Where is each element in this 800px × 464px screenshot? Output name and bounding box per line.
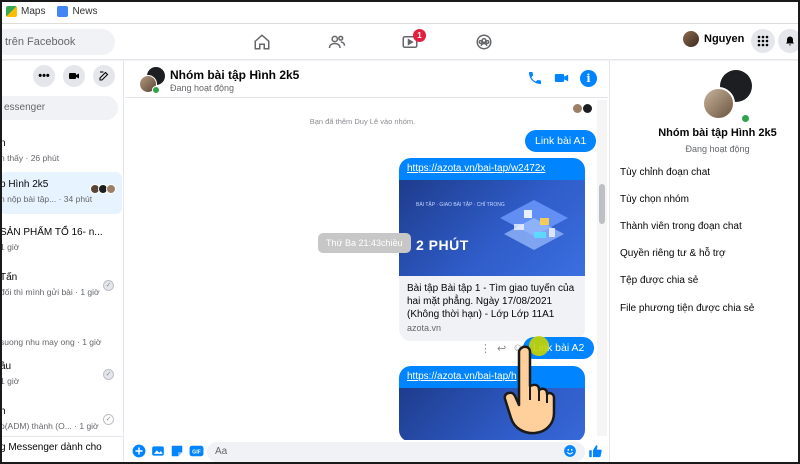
- menu-item-shared-media[interactable]: File phương tiện được chia sẻ: [620, 303, 754, 314]
- system-note: Bạn đã thêm Duy Lê vào nhóm.: [309, 117, 416, 126]
- sent-check-icon: ✓: [103, 369, 114, 380]
- group-avatar-large[interactable]: [702, 70, 752, 124]
- menu-item-shared-files[interactable]: Tệp được chia sẻ: [620, 275, 698, 286]
- friends-icon[interactable]: [327, 32, 347, 52]
- messenger-search-input[interactable]: essenger: [0, 96, 118, 120]
- conversation-title: âu: [0, 361, 12, 372]
- conversation-list-panel: ••• essenger n n thấy · 26 phút p Hình 2…: [0, 61, 124, 464]
- list-item[interactable]: n n thấy · 26 phút: [0, 131, 122, 173]
- svg-text:GIF: GIF: [192, 449, 201, 455]
- chat-header: Nhóm bài tập Hình 2k5 Đang hoạt động i: [125, 61, 608, 98]
- list-item[interactable]: suong nhu may ong · 1 giờ: [0, 315, 122, 357]
- profile-button[interactable]: Nguyen: [683, 31, 744, 47]
- list-item[interactable]: âu 1 giờ ✓: [0, 354, 122, 396]
- home-icon[interactable]: [252, 32, 272, 52]
- isometric-illustration: [500, 200, 568, 250]
- link-url[interactable]: https://azota.vn/bai-tap/w2472x: [399, 158, 585, 180]
- thumbnail-headline: 2 PHÚT: [416, 237, 469, 253]
- compose-icon: [99, 71, 109, 81]
- seen-avatars: [90, 184, 116, 194]
- bookmark-news[interactable]: News: [57, 6, 97, 17]
- info-group-status: Đang hoạt động: [685, 144, 750, 154]
- bookmarks-bar: Maps News: [0, 0, 800, 24]
- like-icon[interactable]: [588, 444, 603, 459]
- news-icon: [57, 6, 69, 17]
- phone-icon[interactable]: [527, 70, 545, 88]
- online-indicator: [152, 86, 160, 94]
- ellipsis-icon: •••: [38, 70, 50, 82]
- menu-item-customize-chat[interactable]: Tùy chỉnh đoạn chat: [620, 167, 710, 178]
- new-message-button[interactable]: [93, 65, 115, 87]
- facebook-topbar: trên Facebook: [0, 24, 800, 60]
- conversation-preview: n nộp bài tập... · 34 phút: [0, 194, 93, 204]
- grid-icon: [757, 35, 769, 47]
- sent-check-icon: ✓: [103, 280, 114, 291]
- list-item[interactable]: h p(ADM) thành (O... · 1 giờ ✓: [0, 399, 122, 441]
- bookmark-label: Maps: [21, 6, 46, 17]
- avatar: [683, 31, 699, 47]
- conversation-preview: suong nhu may ong · 1 giờ: [0, 337, 102, 347]
- thumbnail-caption: BÀI TẬP · GIAO BÀI TẬP · CHỈ TRONG: [416, 202, 505, 208]
- watch-notification-badge: 1: [413, 29, 426, 42]
- link-description: Bài tập Bài tập 1 - Tìm giao tuyến của h…: [407, 283, 575, 320]
- profile-name: Nguyen: [704, 33, 745, 45]
- info-icon[interactable]: i: [580, 70, 597, 87]
- conversation-title: h: [0, 406, 6, 417]
- message-composer: GIF Aa: [125, 440, 608, 464]
- chat-list-toolbar: •••: [33, 65, 115, 87]
- group-avatar[interactable]: [139, 67, 165, 94]
- conversation-preview: p(ADM) thành (O... · 1 giờ: [0, 421, 99, 431]
- message-input[interactable]: Aa: [207, 442, 585, 462]
- promo-text: g Messenger dành cho: [0, 442, 102, 453]
- chat-scrollbar-thumb[interactable]: [599, 184, 605, 224]
- bookmark-label: News: [72, 6, 98, 17]
- notifications-button[interactable]: [778, 29, 800, 53]
- link-thumbnail: BÀI TẬP · GIAO BÀI TẬP · CHỈ TRONG 2 PHÚ…: [399, 180, 585, 276]
- menu-grid-button[interactable]: [751, 29, 775, 53]
- video-camera-icon: [69, 73, 79, 79]
- conversation-preview: 1 giờ: [0, 242, 20, 252]
- conversation-title: p Hình 2k5: [0, 179, 49, 190]
- facebook-search-input[interactable]: trên Facebook: [0, 29, 115, 55]
- menu-item-chat-members[interactable]: Thành viên trong đoạn chat: [620, 221, 742, 232]
- conversation-title: n: [0, 138, 6, 149]
- chat-status: Đang hoạt động: [170, 83, 235, 93]
- link-preview-card[interactable]: https://azota.vn/bai-tap/w2472x BÀI TẬP …: [399, 158, 585, 341]
- maps-icon: [6, 6, 17, 17]
- message-timestamp-tooltip: Thứ Ba 21:43chiều: [318, 233, 411, 253]
- list-item[interactable]: Tấn đối thì mình gửi bài · 1 giờ ✓: [0, 265, 122, 307]
- menu-item-privacy-support[interactable]: Quyền riêng tư & hỗ trợ: [620, 248, 726, 259]
- list-item[interactable]: p Hình 2k5 n nộp bài tập... · 34 phút: [0, 172, 122, 214]
- sent-check-icon: ✓: [103, 414, 114, 425]
- conversation-preview: đối thì mình gửi bài · 1 giờ: [0, 287, 100, 297]
- messenger-app-promo[interactable]: g Messenger dành cho: [0, 436, 123, 464]
- emoji-icon[interactable]: [563, 444, 578, 459]
- online-indicator: [740, 113, 751, 124]
- chat-scrollbar[interactable]: [597, 100, 607, 436]
- conversation-title: SẢN PHẨM TỔ 16- n...: [0, 227, 103, 238]
- chat-title[interactable]: Nhóm bài tập Hình 2k5: [170, 68, 299, 82]
- gif-icon[interactable]: GIF: [189, 444, 205, 459]
- bell-icon: [786, 36, 794, 46]
- list-item[interactable]: SẢN PHẨM TỔ 16- n... 1 giờ: [0, 220, 122, 262]
- more-options-button[interactable]: •••: [33, 65, 55, 87]
- chat-info-panel: Nhóm bài tập Hình 2k5 Đang hoạt động Tùy…: [609, 61, 800, 464]
- conversation-preview: 1 giờ: [0, 376, 20, 386]
- info-group-title: Nhóm bài tập Hình 2k5: [658, 127, 777, 139]
- conversation-preview: n thấy · 26 phút: [0, 153, 60, 163]
- sticker-icon[interactable]: [170, 444, 185, 459]
- more-icon[interactable]: ⋮: [480, 342, 491, 355]
- seen-avatars: [573, 104, 592, 113]
- new-video-call-button[interactable]: [63, 65, 85, 87]
- conversation-title: Tấn: [0, 272, 18, 283]
- message-bubble[interactable]: Link bài A1: [525, 130, 597, 152]
- menu-item-group-options[interactable]: Tùy chọn nhóm: [620, 194, 689, 205]
- plus-circle-icon[interactable]: [132, 444, 147, 459]
- bookmark-maps[interactable]: Maps: [6, 6, 45, 17]
- image-icon[interactable]: [151, 444, 166, 459]
- pointing-hand-icon: [503, 345, 556, 435]
- video-call-icon[interactable]: [553, 70, 571, 88]
- groups-icon[interactable]: [474, 32, 494, 52]
